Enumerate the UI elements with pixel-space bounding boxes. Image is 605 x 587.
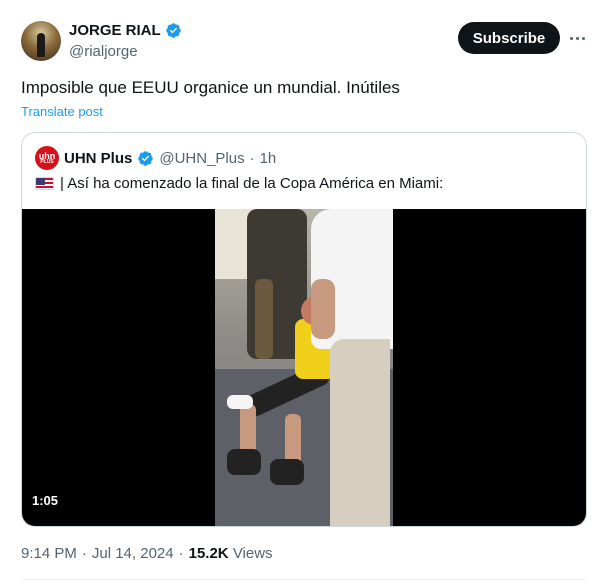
tweet-date[interactable]: Jul 14, 2024	[92, 545, 174, 562]
dot-separator: ·	[81, 545, 87, 562]
subscribe-button[interactable]: Subscribe	[458, 22, 560, 54]
video-duration: 1:05	[32, 493, 59, 508]
quoted-author-name[interactable]: UHN Plus	[64, 150, 132, 167]
dot-separator: ·	[249, 149, 255, 167]
views-label: Views	[232, 545, 273, 562]
quoted-tweet[interactable]: uhn PLUS UHN Plus @UHN_Plus · 1h | Así h…	[21, 132, 587, 527]
tweet-time[interactable]: 9:14 PM	[21, 545, 77, 562]
tweet-text: Imposible que EEUU organice un mundial. …	[21, 78, 400, 97]
more-horizontal-icon[interactable]	[566, 28, 588, 48]
dot-separator: ·	[178, 545, 184, 562]
verified-badge-icon	[138, 150, 154, 166]
quoted-author-handle[interactable]: @UHN_Plus	[159, 150, 244, 167]
author-name[interactable]: JORGE RIAL	[69, 22, 161, 39]
tweet-meta: 9:14 PM · Jul 14, 2024 · 15.2K Views	[21, 545, 273, 562]
avatar-figure	[37, 33, 45, 57]
translate-post-link[interactable]: Translate post	[21, 104, 103, 119]
author-name-row[interactable]: JORGE RIAL	[69, 22, 182, 39]
quoted-text-row: | Así ha comenzado la final de la Copa A…	[35, 175, 443, 192]
author-handle[interactable]: @rialjorge	[69, 43, 138, 60]
us-flag-icon	[35, 177, 54, 190]
quoted-header: uhn PLUS UHN Plus @UHN_Plus · 1h	[35, 146, 276, 170]
uhn-plus-logo[interactable]: uhn PLUS	[35, 146, 59, 170]
divider	[21, 579, 587, 580]
verified-badge-icon	[165, 23, 181, 38]
video-player[interactable]: 1:05	[22, 209, 586, 526]
views-count: 15.2K	[188, 545, 229, 562]
video-thumbnail[interactable]	[215, 209, 393, 526]
author-avatar[interactable]	[21, 21, 61, 61]
views-stat[interactable]: 15.2K Views	[189, 545, 273, 562]
quoted-timestamp[interactable]: 1h	[260, 150, 277, 167]
quoted-text: | Así ha comenzado la final de la Copa A…	[60, 175, 444, 192]
